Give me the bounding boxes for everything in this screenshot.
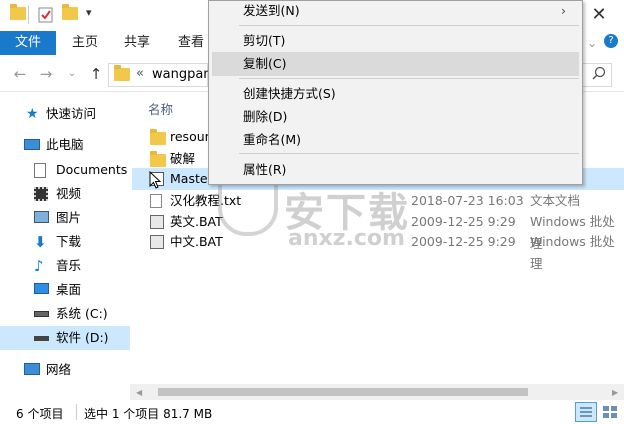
drive-icon (34, 311, 49, 317)
sidebar-item-music[interactable]: ♪ 音乐 (0, 254, 130, 278)
sidebar-item-quick-access[interactable]: ★ 快速访问 (0, 102, 130, 126)
scroll-left-icon[interactable]: ◀ (136, 388, 148, 397)
watermark-subtext: anxz.com (288, 226, 405, 251)
folder-icon (10, 4, 26, 23)
status-selection: 选中 1 个项目 81.7 MB (84, 407, 213, 421)
desktop-icon (34, 283, 49, 294)
status-item-count: 6 个项目 (16, 407, 64, 421)
sidebar-item-drive-d[interactable]: 软件 (D:) (0, 326, 130, 350)
mouse-cursor-icon (149, 170, 162, 192)
large-icons-view-icon[interactable] (600, 403, 620, 421)
sidebar-item-downloads[interactable]: ⬇ 下载 (0, 230, 130, 254)
documents-icon (34, 163, 46, 178)
new-folder-icon[interactable] (62, 4, 78, 23)
sidebar-item-desktop[interactable]: 桌面 (0, 278, 130, 302)
menu-separator (239, 78, 579, 79)
text-file-icon (150, 194, 162, 208)
menu-item-send-to[interactable]: 发送到(N) › (209, 0, 582, 23)
menu-separator (239, 153, 579, 154)
help-icon[interactable]: ? (604, 34, 618, 48)
back-arrow-icon[interactable]: ← (10, 64, 30, 84)
close-button[interactable]: ✕ (586, 4, 612, 26)
sidebar-item-network[interactable]: 网络 (0, 358, 130, 382)
tab-view[interactable]: 查看 (178, 31, 204, 55)
pictures-icon (34, 211, 49, 223)
toolbar-divider (28, 6, 29, 24)
scrollbar-thumb[interactable] (158, 388, 528, 396)
sidebar-item-pictures[interactable]: 图片 (0, 206, 130, 230)
properties-check-icon[interactable] (38, 7, 54, 23)
file-explorer-window: ▾ ✕ 文件 主页 共享 查看 ⌄ ? ← → ⌄ ↑ « wangpan ★ … (0, 0, 624, 424)
menu-item-properties[interactable]: 属性(R) (209, 158, 582, 182)
details-view-icon[interactable] (575, 402, 597, 422)
sidebar-item-this-pc[interactable]: 此电脑 (0, 133, 130, 157)
sidebar-item-documents[interactable]: Documents (0, 158, 130, 182)
menu-item-copy[interactable]: 复制(C) (212, 52, 579, 76)
context-menu: 发送到(N) › 剪切(T) 复制(C) 创建快捷方式(S) 删除(D) 重命名… (208, 0, 583, 185)
download-arrow-icon: ⬇ (34, 233, 47, 251)
up-arrow-icon[interactable]: ↑ (86, 64, 106, 84)
computer-icon (24, 139, 40, 150)
drive-icon (34, 336, 49, 341)
scroll-right-icon[interactable]: ▶ (612, 388, 622, 397)
menu-separator (239, 25, 579, 26)
network-icon (24, 363, 40, 375)
bat-file-icon (150, 215, 164, 229)
star-icon: ★ (26, 106, 39, 122)
breadcrumb-current[interactable]: wangpan (152, 67, 212, 82)
tab-share[interactable]: 共享 (124, 31, 150, 55)
folder-icon (114, 65, 130, 81)
menu-item-delete[interactable]: 删除(D) (209, 105, 582, 129)
tab-home[interactable]: 主页 (72, 31, 98, 55)
menu-item-rename[interactable]: 重命名(M) (209, 128, 582, 152)
recent-locations-icon[interactable]: ⌄ (62, 64, 82, 84)
status-divider (76, 404, 77, 420)
column-header-name[interactable]: 名称 (148, 99, 173, 118)
video-icon (34, 187, 48, 201)
menu-item-cut[interactable]: 剪切(T) (209, 29, 582, 53)
tab-file[interactable]: 文件 (0, 31, 56, 55)
folder-icon (150, 151, 166, 167)
forward-arrow-icon[interactable]: → (36, 64, 56, 84)
menu-item-create-shortcut[interactable]: 创建快捷方式(S) (209, 82, 582, 106)
bat-file-icon (150, 235, 164, 249)
search-icon[interactable] (592, 66, 606, 83)
breadcrumb-overflow[interactable]: « (136, 66, 144, 81)
folder-icon (150, 129, 166, 145)
customize-quick-access-icon[interactable]: ▾ (86, 6, 92, 19)
sidebar-item-videos[interactable]: 视频 (0, 182, 130, 206)
submenu-arrow-icon: › (561, 3, 566, 18)
music-note-icon: ♪ (34, 257, 44, 275)
sidebar-item-drive-c[interactable]: 系统 (C:) (0, 302, 130, 326)
expand-ribbon-icon[interactable]: ⌄ (587, 36, 597, 50)
